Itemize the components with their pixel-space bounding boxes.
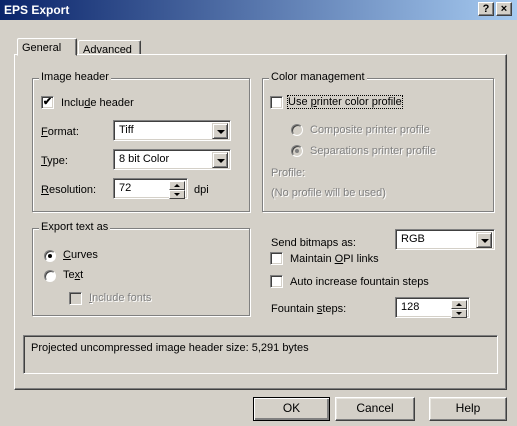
auto-increase-label[interactable]: Auto increase fountain steps [290,276,429,288]
close-icon[interactable]: × [496,2,512,16]
resolution-spinbox[interactable]: 72 [113,178,188,199]
chevron-down-icon[interactable] [476,232,492,248]
include-fonts-label: Include fonts [89,292,152,304]
profile-value: (No profile will be used) [271,187,386,199]
curves-radio[interactable] [44,250,56,262]
tab-general-label: General [22,42,62,54]
composite-profile-radio[interactable] [291,124,303,136]
include-fonts-checkbox[interactable] [69,292,82,305]
status-text: Projected uncompressed image header size… [31,342,309,354]
fountain-steps-value: 128 [401,301,420,313]
separations-profile-label: Separations printer profile [310,145,436,157]
use-printer-profile-checkbox[interactable] [270,96,283,109]
spin-down-icon[interactable] [169,190,185,199]
help-button[interactable]: Help [429,397,507,421]
curves-label[interactable]: Curves [63,249,98,261]
fountain-steps-spinbox[interactable]: 128 [395,297,470,318]
status-box: Projected uncompressed image header size… [23,335,498,374]
chevron-down-icon[interactable] [212,152,228,168]
title-bar: EPS Export ? × [0,0,517,20]
type-select[interactable]: 8 bit Color [113,149,231,170]
include-header-checkbox[interactable]: ✔ [41,96,54,109]
window-title: EPS Export [4,3,70,17]
spin-up-icon[interactable] [451,300,467,309]
send-bitmaps-value: RGB [401,233,425,245]
chevron-down-icon[interactable] [212,123,228,139]
format-label: Format: [41,126,79,138]
composite-profile-label: Composite printer profile [310,124,430,136]
export-text-legend: Export text as [39,221,111,233]
text-label[interactable]: Text [63,269,83,281]
ok-button[interactable]: OK [253,397,330,421]
maintain-opi-checkbox[interactable] [270,252,283,265]
type-label: Type: [41,155,68,167]
maintain-opi-label[interactable]: Maintain OPI links [290,253,379,265]
color-management-legend: Color management [269,71,367,83]
help-title-button[interactable]: ? [478,2,494,16]
use-printer-profile-label[interactable]: Use printer color profile [287,95,403,109]
resolution-unit: dpi [194,184,209,196]
text-radio[interactable] [44,270,56,282]
profile-label: Profile: [271,167,306,179]
include-header-label[interactable]: Include header [61,97,134,109]
type-value: 8 bit Color [119,153,170,165]
tab-advanced[interactable]: Advanced [78,40,141,56]
cancel-button[interactable]: Cancel [335,397,415,421]
separations-profile-radio[interactable] [291,145,303,157]
auto-increase-checkbox[interactable] [270,275,283,288]
send-bitmaps-select[interactable]: RGB [395,229,495,250]
resolution-value: 72 [119,182,132,194]
format-select[interactable]: Tiff [113,120,231,141]
spin-up-icon[interactable] [169,181,185,190]
tab-general[interactable]: General [17,38,77,56]
send-bitmaps-label: Send bitmaps as: [271,237,356,249]
spin-down-icon[interactable] [451,309,467,318]
resolution-label: Resolution: [41,184,97,196]
image-header-legend: Image header [39,71,111,83]
fountain-steps-label: Fountain steps: [271,303,347,315]
format-value: Tiff [119,124,134,136]
